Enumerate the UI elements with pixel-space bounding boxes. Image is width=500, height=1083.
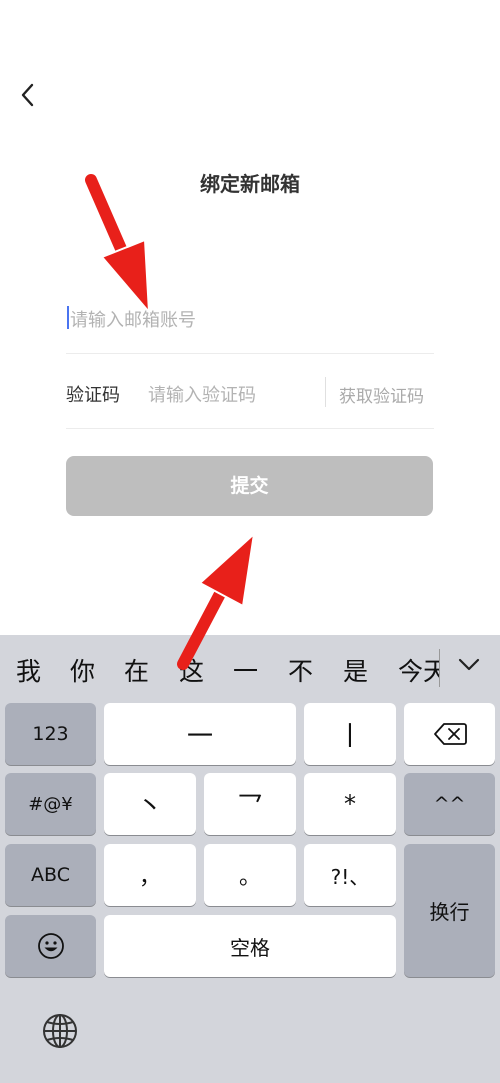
keyboard: 我 你 在 这 一 不 是 今天 123 一 丨 #@¥ 丶 乛 * ^^ AB… bbox=[0, 635, 500, 1083]
key-emoticon[interactable]: ^^ bbox=[404, 773, 495, 835]
key-abc[interactable]: ABC bbox=[5, 844, 96, 906]
divider bbox=[325, 377, 326, 407]
candidate-item[interactable]: 我 bbox=[16, 652, 41, 688]
key-123[interactable]: 123 bbox=[5, 703, 96, 765]
globe-icon bbox=[43, 1014, 77, 1048]
key-stroke-horizontal[interactable]: 一 bbox=[104, 703, 296, 765]
candidate-item[interactable]: 在 bbox=[124, 652, 149, 688]
get-code-button[interactable]: 获取验证码 bbox=[339, 382, 424, 407]
key-symbols[interactable]: #@¥ bbox=[5, 773, 96, 835]
candidate-item[interactable]: 不 bbox=[288, 652, 313, 688]
email-placeholder: 请输入邮箱账号 bbox=[70, 310, 196, 331]
chevron-left-icon bbox=[21, 83, 34, 107]
back-button[interactable] bbox=[14, 80, 44, 110]
backspace-icon bbox=[433, 723, 467, 745]
candidate-item[interactable]: 这 bbox=[179, 652, 204, 688]
candidate-item[interactable]: 是 bbox=[343, 652, 368, 688]
key-stroke-dot[interactable]: 丶 bbox=[104, 773, 196, 835]
candidate-item[interactable]: 今天 bbox=[398, 652, 439, 688]
space-key[interactable]: 空格 bbox=[104, 915, 396, 977]
submit-button[interactable]: 提交 bbox=[66, 456, 433, 516]
collapse-candidates-button[interactable] bbox=[456, 655, 482, 675]
code-label: 验证码 bbox=[66, 385, 120, 406]
candidate-separator bbox=[439, 649, 440, 687]
red-arrow-icon bbox=[85, 174, 151, 315]
globe-button[interactable] bbox=[40, 1011, 80, 1051]
key-stroke-vertical[interactable]: 丨 bbox=[304, 703, 396, 765]
text-caret bbox=[67, 306, 69, 329]
code-input[interactable]: 请输入验证码 bbox=[148, 381, 256, 407]
emoji-key[interactable] bbox=[5, 915, 96, 977]
delete-button[interactable] bbox=[404, 703, 495, 765]
chevron-down-icon bbox=[458, 658, 480, 671]
key-period[interactable]: 。 bbox=[204, 844, 296, 906]
candidate-item[interactable]: 一 bbox=[233, 652, 258, 688]
verification-code-row: 验证码 请输入验证码 获取验证码 bbox=[66, 370, 434, 429]
return-key[interactable]: 换行 bbox=[404, 844, 495, 977]
key-star[interactable]: * bbox=[304, 773, 396, 835]
candidate-item[interactable]: 你 bbox=[70, 652, 95, 688]
email-field[interactable]: 请输入邮箱账号 bbox=[66, 295, 434, 354]
page-title: 绑定新邮箱 bbox=[200, 172, 300, 196]
key-comma[interactable]: ， bbox=[104, 844, 196, 906]
key-stroke-turn[interactable]: 乛 bbox=[204, 773, 296, 835]
emoji-icon bbox=[37, 933, 64, 959]
key-punctuation[interactable]: ?!、 bbox=[304, 844, 396, 906]
candidate-bar: 我 你 在 这 一 不 是 今天 bbox=[0, 635, 500, 698]
